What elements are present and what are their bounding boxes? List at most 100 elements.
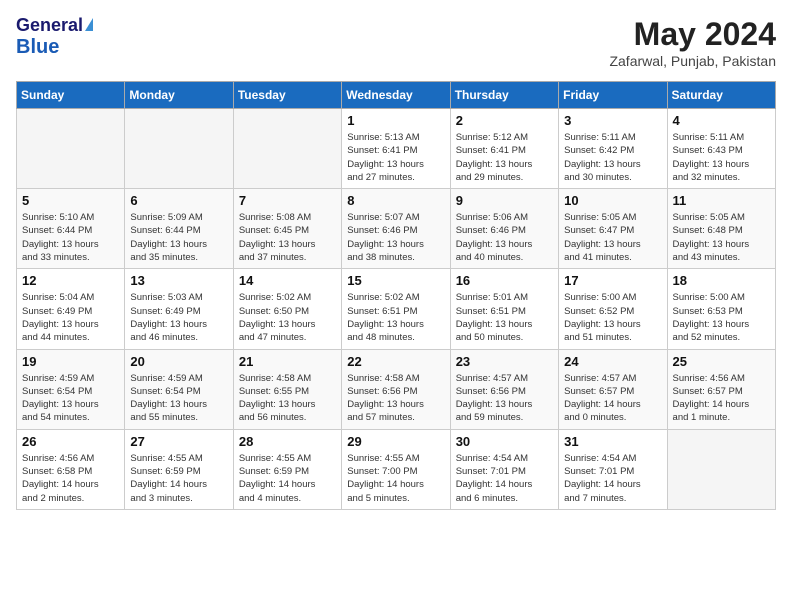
- day-info: Sunrise: 5:10 AM Sunset: 6:44 PM Dayligh…: [22, 211, 119, 264]
- day-info: Sunrise: 5:00 AM Sunset: 6:53 PM Dayligh…: [673, 291, 770, 344]
- day-number: 2: [456, 113, 553, 128]
- day-number: 27: [130, 434, 227, 449]
- day-info: Sunrise: 4:59 AM Sunset: 6:54 PM Dayligh…: [130, 372, 227, 425]
- calendar-cell: 13 Sunrise: 5:03 AM Sunset: 6:49 PM Dayli…: [125, 269, 233, 349]
- day-number: 13: [130, 273, 227, 288]
- logo: General Blue: [16, 16, 93, 58]
- day-number: 18: [673, 273, 770, 288]
- calendar-cell: 1 Sunrise: 5:13 AM Sunset: 6:41 PM Daylig…: [342, 109, 450, 189]
- day-info: Sunrise: 5:05 AM Sunset: 6:48 PM Dayligh…: [673, 211, 770, 264]
- week-row-5: 26 Sunrise: 4:56 AM Sunset: 6:58 PM Dayli…: [17, 429, 776, 509]
- header-saturday: Saturday: [667, 82, 775, 109]
- day-info: Sunrise: 5:05 AM Sunset: 6:47 PM Dayligh…: [564, 211, 661, 264]
- calendar-cell: 3 Sunrise: 5:11 AM Sunset: 6:42 PM Daylig…: [559, 109, 667, 189]
- calendar-cell: 4 Sunrise: 5:11 AM Sunset: 6:43 PM Daylig…: [667, 109, 775, 189]
- calendar-cell: 17 Sunrise: 5:00 AM Sunset: 6:52 PM Dayli…: [559, 269, 667, 349]
- day-number: 1: [347, 113, 444, 128]
- day-number: 7: [239, 193, 336, 208]
- day-info: Sunrise: 4:55 AM Sunset: 6:59 PM Dayligh…: [130, 452, 227, 505]
- week-row-1: 1 Sunrise: 5:13 AM Sunset: 6:41 PM Daylig…: [17, 109, 776, 189]
- logo-blue: Blue: [16, 36, 93, 58]
- day-info: Sunrise: 5:02 AM Sunset: 6:50 PM Dayligh…: [239, 291, 336, 344]
- day-info: Sunrise: 5:11 AM Sunset: 6:42 PM Dayligh…: [564, 131, 661, 184]
- calendar-cell: [667, 429, 775, 509]
- day-info: Sunrise: 5:13 AM Sunset: 6:41 PM Dayligh…: [347, 131, 444, 184]
- day-number: 25: [673, 354, 770, 369]
- day-number: 4: [673, 113, 770, 128]
- header-tuesday: Tuesday: [233, 82, 341, 109]
- day-number: 16: [456, 273, 553, 288]
- day-info: Sunrise: 4:55 AM Sunset: 7:00 PM Dayligh…: [347, 452, 444, 505]
- calendar-cell: 11 Sunrise: 5:05 AM Sunset: 6:48 PM Dayli…: [667, 189, 775, 269]
- day-number: 6: [130, 193, 227, 208]
- day-info: Sunrise: 5:01 AM Sunset: 6:51 PM Dayligh…: [456, 291, 553, 344]
- calendar-cell: 9 Sunrise: 5:06 AM Sunset: 6:46 PM Daylig…: [450, 189, 558, 269]
- day-info: Sunrise: 5:09 AM Sunset: 6:44 PM Dayligh…: [130, 211, 227, 264]
- calendar-cell: 15Sunrise: 5:02 AM Sunset: 6:51 PM Dayli…: [342, 269, 450, 349]
- week-row-2: 5Sunrise: 5:10 AM Sunset: 6:44 PM Daylig…: [17, 189, 776, 269]
- header-sunday: Sunday: [17, 82, 125, 109]
- calendar-cell: 29 Sunrise: 4:55 AM Sunset: 7:00 PM Dayli…: [342, 429, 450, 509]
- day-number: 11: [673, 193, 770, 208]
- title-section: May 2024 Zafarwal, Punjab, Pakistan: [609, 16, 776, 69]
- day-info: Sunrise: 5:03 AM Sunset: 6:49 PM Dayligh…: [130, 291, 227, 344]
- location: Zafarwal, Punjab, Pakistan: [609, 53, 776, 69]
- calendar-cell: 28Sunrise: 4:55 AM Sunset: 6:59 PM Dayli…: [233, 429, 341, 509]
- calendar-header-row: SundayMondayTuesdayWednesdayThursdayFrid…: [17, 82, 776, 109]
- calendar-cell: 5Sunrise: 5:10 AM Sunset: 6:44 PM Daylig…: [17, 189, 125, 269]
- day-info: Sunrise: 4:58 AM Sunset: 6:56 PM Dayligh…: [347, 372, 444, 425]
- calendar-cell: 2Sunrise: 5:12 AM Sunset: 6:41 PM Daylig…: [450, 109, 558, 189]
- day-number: 14: [239, 273, 336, 288]
- day-info: Sunrise: 4:57 AM Sunset: 6:57 PM Dayligh…: [564, 372, 661, 425]
- day-number: 26: [22, 434, 119, 449]
- day-number: 21: [239, 354, 336, 369]
- day-info: Sunrise: 4:54 AM Sunset: 7:01 PM Dayligh…: [564, 452, 661, 505]
- day-info: Sunrise: 4:56 AM Sunset: 6:57 PM Dayligh…: [673, 372, 770, 425]
- calendar-cell: 21 Sunrise: 4:58 AM Sunset: 6:55 PM Dayli…: [233, 349, 341, 429]
- calendar-cell: 25 Sunrise: 4:56 AM Sunset: 6:57 PM Dayli…: [667, 349, 775, 429]
- calendar-cell: 18 Sunrise: 5:00 AM Sunset: 6:53 PM Dayli…: [667, 269, 775, 349]
- day-number: 29: [347, 434, 444, 449]
- logo-general: General: [16, 16, 93, 36]
- day-number: 17: [564, 273, 661, 288]
- day-number: 3: [564, 113, 661, 128]
- calendar-cell: [17, 109, 125, 189]
- calendar-cell: 27 Sunrise: 4:55 AM Sunset: 6:59 PM Dayli…: [125, 429, 233, 509]
- day-info: Sunrise: 5:08 AM Sunset: 6:45 PM Dayligh…: [239, 211, 336, 264]
- day-number: 9: [456, 193, 553, 208]
- header-wednesday: Wednesday: [342, 82, 450, 109]
- day-number: 22: [347, 354, 444, 369]
- day-number: 31: [564, 434, 661, 449]
- month-title: May 2024: [609, 16, 776, 53]
- calendar-cell: 26 Sunrise: 4:56 AM Sunset: 6:58 PM Dayli…: [17, 429, 125, 509]
- calendar-cell: 16 Sunrise: 5:01 AM Sunset: 6:51 PM Dayli…: [450, 269, 558, 349]
- day-number: 10: [564, 193, 661, 208]
- calendar-cell: 22 Sunrise: 4:58 AM Sunset: 6:56 PM Dayli…: [342, 349, 450, 429]
- day-info: Sunrise: 4:58 AM Sunset: 6:55 PM Dayligh…: [239, 372, 336, 425]
- day-info: Sunrise: 5:06 AM Sunset: 6:46 PM Dayligh…: [456, 211, 553, 264]
- day-info: Sunrise: 5:11 AM Sunset: 6:43 PM Dayligh…: [673, 131, 770, 184]
- header-monday: Monday: [125, 82, 233, 109]
- calendar-cell: 20Sunrise: 4:59 AM Sunset: 6:54 PM Dayli…: [125, 349, 233, 429]
- day-number: 12: [22, 273, 119, 288]
- calendar-cell: 23Sunrise: 4:57 AM Sunset: 6:56 PM Dayli…: [450, 349, 558, 429]
- day-info: Sunrise: 4:59 AM Sunset: 6:54 PM Dayligh…: [22, 372, 119, 425]
- calendar-cell: [125, 109, 233, 189]
- calendar-table: SundayMondayTuesdayWednesdayThursdayFrid…: [16, 81, 776, 510]
- calendar-cell: 10 Sunrise: 5:05 AM Sunset: 6:47 PM Dayli…: [559, 189, 667, 269]
- calendar-cell: 19Sunrise: 4:59 AM Sunset: 6:54 PM Dayli…: [17, 349, 125, 429]
- day-number: 28: [239, 434, 336, 449]
- day-info: Sunrise: 5:00 AM Sunset: 6:52 PM Dayligh…: [564, 291, 661, 344]
- day-info: Sunrise: 5:04 AM Sunset: 6:49 PM Dayligh…: [22, 291, 119, 344]
- day-number: 23: [456, 354, 553, 369]
- day-number: 15: [347, 273, 444, 288]
- day-info: Sunrise: 4:56 AM Sunset: 6:58 PM Dayligh…: [22, 452, 119, 505]
- calendar-cell: [233, 109, 341, 189]
- calendar-cell: 8Sunrise: 5:07 AM Sunset: 6:46 PM Daylig…: [342, 189, 450, 269]
- header-friday: Friday: [559, 82, 667, 109]
- header-thursday: Thursday: [450, 82, 558, 109]
- day-number: 30: [456, 434, 553, 449]
- page-header: General Blue May 2024 Zafarwal, Punjab, …: [16, 16, 776, 69]
- week-row-4: 19Sunrise: 4:59 AM Sunset: 6:54 PM Dayli…: [17, 349, 776, 429]
- calendar-cell: 12 Sunrise: 5:04 AM Sunset: 6:49 PM Dayli…: [17, 269, 125, 349]
